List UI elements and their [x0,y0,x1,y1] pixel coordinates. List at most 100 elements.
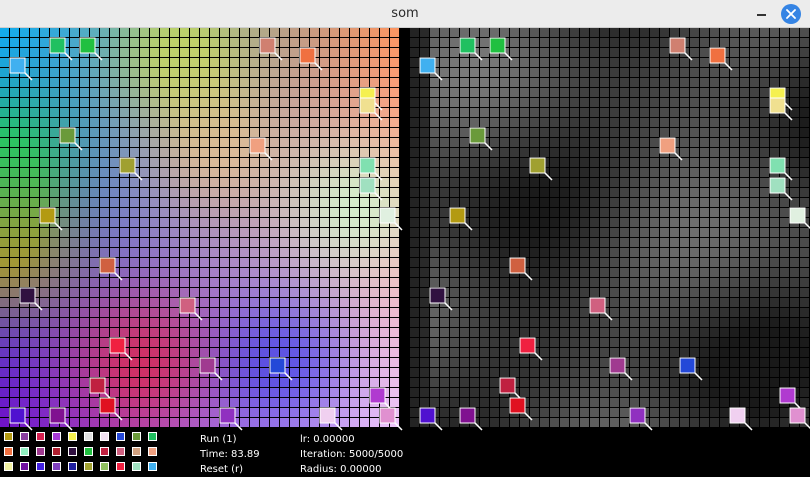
color-map-cell [200,328,209,337]
distance-map-cell [520,118,529,127]
bmu-marker [99,257,116,274]
distance-map-cell [760,338,769,347]
color-map-cell [350,348,359,357]
color-map-cell [310,178,319,187]
distance-map-cell [750,38,759,47]
distance-map-cell [600,288,609,297]
color-map-cell [0,338,9,347]
color-map-cell [250,388,259,397]
distance-map-cell [520,328,529,337]
run-button[interactable]: Run (1) [200,432,237,447]
close-button[interactable] [781,4,801,24]
color-map-cell [100,208,109,217]
distance-map-cell [680,308,689,317]
color-map-cell [250,398,259,407]
distance-map-cell [550,88,559,97]
bmu-marker [769,157,786,174]
color-map-cell [110,368,119,377]
color-map-cell [50,108,59,117]
distance-map-cell [720,178,729,187]
color-map-cell [280,348,289,357]
distance-map-cell [690,98,699,107]
bmu-marker [459,407,476,424]
minimize-button[interactable] [752,4,772,24]
distance-map-cell [650,308,659,317]
distance-map-cell [590,68,599,77]
distance-map-cell [750,228,759,237]
color-map-cell [220,248,229,257]
color-map-cell [340,78,349,87]
color-map-cell [390,98,399,107]
color-map-cell [300,238,309,247]
distance-map-cell [680,418,689,427]
color-map-cell [160,318,169,327]
distance-map-cell [760,118,769,127]
color-map-cell [240,168,249,177]
color-map-cell [310,38,319,47]
distance-map-cell [600,88,609,97]
distance-map-cell [730,218,739,227]
distance-map-cell [660,58,669,67]
distance-map-cell [650,68,659,77]
color-map-cell [200,388,209,397]
color-map-cell [220,368,229,377]
distance-map-cell [550,308,559,317]
color-map-cell [80,88,89,97]
color-map-cell [90,148,99,157]
distance-map-cell [560,158,569,167]
distance-map-cell [690,38,699,47]
distance-map-cell [700,108,709,117]
color-map-cell [30,398,39,407]
distance-map-cell [480,78,489,87]
distance-map-cell [670,128,679,137]
color-map-cell [350,108,359,117]
color-map-cell [80,98,89,107]
distance-map-cell [670,68,679,77]
distance-map-cell [580,178,589,187]
color-map-cell [390,228,399,237]
distance-map-cell [530,328,539,337]
color-map-cell [130,98,139,107]
color-map-cell [210,68,219,77]
color-map-cell [70,38,79,47]
distance-map-cell [750,208,759,217]
color-map-cell [170,328,179,337]
color-map-cell [300,78,309,87]
som-canvas[interactable]: Run (1) Time: 83.89 Reset (r) lr: 0.0000… [0,28,810,477]
color-map-cell [120,178,129,187]
distance-map-cell [500,108,509,117]
distance-map-cell [780,368,789,377]
color-map-cell [80,158,89,167]
distance-map-cell [620,28,629,37]
color-map-cell [390,288,399,297]
distance-map-cell [670,108,679,117]
color-map-cell [10,308,19,317]
color-map-cell [180,128,189,137]
color-map-cell [120,98,129,107]
color-map-cell [240,368,249,377]
color-map-cell [390,318,399,327]
color-map-cell [200,118,209,127]
distance-map-cell [670,268,679,277]
distance-map-cell [550,48,559,57]
color-map-cell [50,248,59,257]
distance-map-cell [430,98,439,107]
distance-map-cell [430,368,439,377]
reset-button[interactable]: Reset (r) [200,462,243,477]
distance-map-cell [490,78,499,87]
distance-map-cell [580,378,589,387]
color-map-cell [210,348,219,357]
distance-map-cell [600,208,609,217]
distance-map-cell [470,308,479,317]
distance-map-cell [640,218,649,227]
distance-map-cell [460,258,469,267]
distance-map-cell [790,78,799,87]
distance-map-cell [480,318,489,327]
distance-map-cell [670,318,679,327]
color-map-cell [150,48,159,57]
distance-map-cell [800,298,809,307]
color-map-cell [100,48,109,57]
color-map-cell [180,388,189,397]
color-map-cell [170,168,179,177]
color-map-cell [270,198,279,207]
